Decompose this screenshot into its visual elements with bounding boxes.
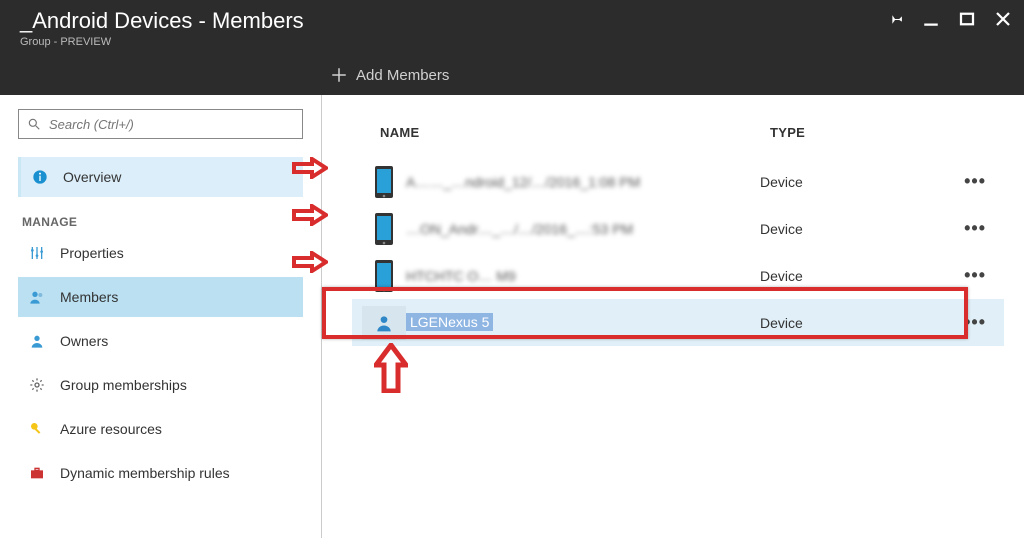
close-icon[interactable]: [994, 10, 1012, 28]
device-name: A……_…ndroid_12/…/2016_1:08 PM: [406, 174, 760, 190]
nav-label: Members: [60, 289, 118, 305]
device-type: Device: [760, 221, 803, 237]
grid-row-selected[interactable]: LGENexus 5 Device •••: [352, 299, 1004, 346]
person-icon: [362, 306, 406, 340]
search-box[interactable]: [18, 109, 303, 139]
nav-azure-resources[interactable]: Azure resources: [18, 409, 303, 449]
col-header-name[interactable]: NAME: [380, 125, 770, 140]
search-icon: [27, 117, 41, 131]
search-input[interactable]: [49, 117, 294, 132]
maximize-icon[interactable]: [958, 10, 976, 28]
grid-row[interactable]: HTCHTC O… M9 Device •••: [352, 252, 1004, 299]
blade-subtitle: Group - PREVIEW: [0, 34, 1024, 48]
add-members-button[interactable]: Add Members: [356, 67, 449, 84]
nav-overview[interactable]: Overview: [18, 157, 303, 197]
nav-label: Overview: [63, 169, 121, 185]
device-type: Device: [760, 315, 803, 331]
command-bar: Add Members: [330, 55, 449, 95]
grid-row[interactable]: …ON_Andr…_…/…/2016_…:53 PM Device •••: [352, 205, 1004, 252]
grid-row[interactable]: A……_…ndroid_12/…/2016_1:08 PM Device •••: [352, 158, 1004, 205]
users-icon: [28, 289, 46, 305]
gear-icon: [28, 377, 46, 393]
col-header-type[interactable]: TYPE: [770, 125, 1004, 140]
nav-label: Dynamic membership rules: [60, 465, 230, 481]
nav-label: Azure resources: [60, 421, 162, 437]
nav-label: Owners: [60, 333, 108, 349]
header-controls: [886, 10, 1012, 28]
annotation-up-arrow: [374, 343, 408, 393]
device-name: HTCHTC O… M9: [406, 268, 760, 284]
device-icon: [362, 212, 406, 246]
members-grid: NAME TYPE A……_…ndroid_12/…/2016_1:08 PM …: [322, 95, 1024, 538]
manage-section-label: MANAGE: [22, 215, 303, 229]
grid-header: NAME TYPE: [352, 125, 1004, 158]
nav-group-memberships[interactable]: Group memberships: [18, 365, 303, 405]
briefcase-icon: [28, 465, 46, 481]
device-name: LGENexus 5: [406, 313, 493, 331]
device-type: Device: [760, 268, 803, 284]
blade-header: _Android Devices - Members Group - PREVI…: [0, 0, 1024, 95]
nav-dynamic-rules[interactable]: Dynamic membership rules: [18, 453, 303, 493]
sidebar: Overview MANAGE Properties Members Owner…: [0, 95, 322, 538]
row-context-menu[interactable]: •••: [964, 218, 986, 239]
owner-icon: [28, 333, 46, 349]
nav-properties[interactable]: Properties: [18, 233, 303, 273]
nav-label: Properties: [60, 245, 124, 261]
add-icon: [330, 66, 348, 84]
sliders-icon: [28, 245, 46, 261]
device-type: Device: [760, 174, 803, 190]
row-context-menu[interactable]: •••: [964, 312, 986, 333]
device-name: …ON_Andr…_…/…/2016_…:53 PM: [406, 221, 760, 237]
device-icon: [362, 259, 406, 293]
blade-title: _Android Devices - Members: [0, 0, 1024, 34]
nav-owners[interactable]: Owners: [18, 321, 303, 361]
info-icon: [31, 169, 49, 185]
minimize-icon[interactable]: [922, 10, 940, 28]
device-icon: [362, 165, 406, 199]
row-context-menu[interactable]: •••: [964, 265, 986, 286]
nav-members[interactable]: Members: [18, 277, 303, 317]
nav-label: Group memberships: [60, 377, 187, 393]
pin-icon[interactable]: [886, 10, 904, 28]
key-icon: [28, 421, 46, 437]
row-context-menu[interactable]: •••: [964, 171, 986, 192]
